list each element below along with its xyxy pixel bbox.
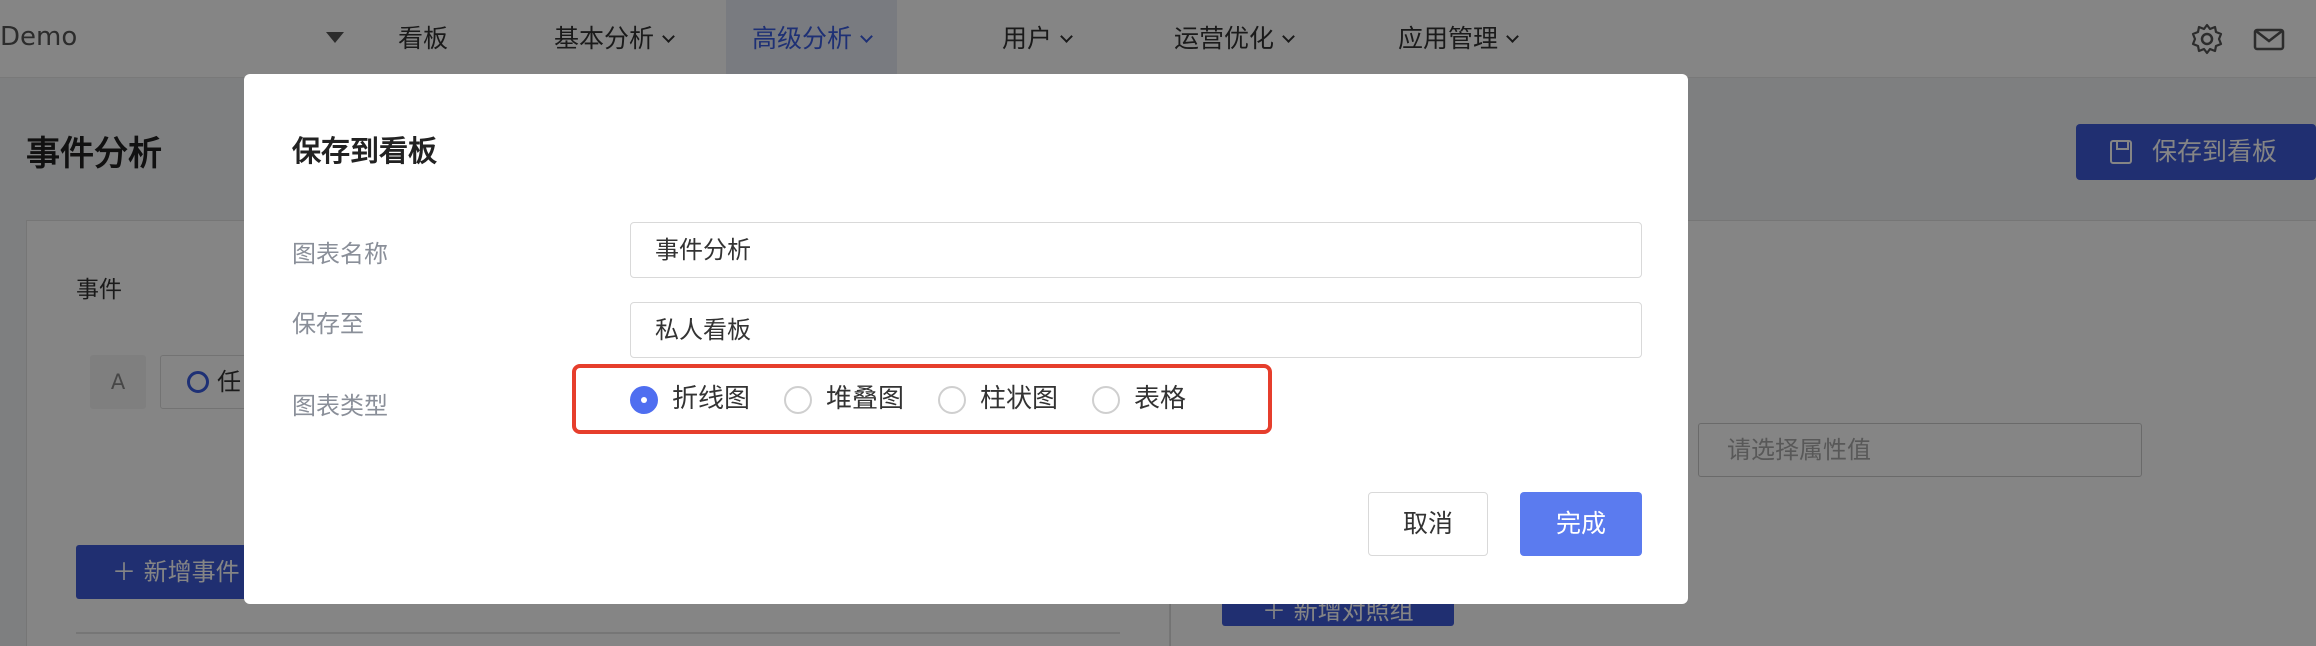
chart-name-input[interactable]: 事件分析 — [630, 222, 1642, 278]
radio-label: 柱状图 — [980, 384, 1059, 414]
radio-unchecked-icon — [1092, 386, 1120, 414]
radio-label: 表格 — [1134, 384, 1187, 414]
chart-type-stacked[interactable]: 堆叠图 — [784, 383, 904, 415]
dialog-title: 保存到看板 — [292, 134, 438, 168]
done-button[interactable]: 完成 — [1520, 492, 1642, 556]
cancel-button[interactable]: 取消 — [1368, 492, 1488, 556]
chart-type-table[interactable]: 表格 — [1092, 383, 1186, 415]
radio-unchecked-icon — [938, 386, 966, 414]
save-to-dashboard-dialog: 保存到看板 图表名称 事件分析 保存至 私人看板 图表类型 折线图 堆叠图 柱状… — [244, 74, 1688, 604]
chart-type-line[interactable]: 折线图 — [630, 383, 750, 415]
save-to-select[interactable]: 私人看板 — [630, 302, 1642, 358]
chart-name-label: 图表名称 — [292, 240, 388, 268]
radio-label: 折线图 — [672, 384, 751, 414]
save-to-label: 保存至 — [292, 310, 364, 338]
chart-type-bar[interactable]: 柱状图 — [938, 383, 1058, 415]
chart-type-label: 图表类型 — [292, 392, 388, 420]
radio-unchecked-icon — [784, 386, 812, 414]
radio-checked-icon — [630, 386, 658, 414]
radio-label: 堆叠图 — [826, 384, 905, 414]
